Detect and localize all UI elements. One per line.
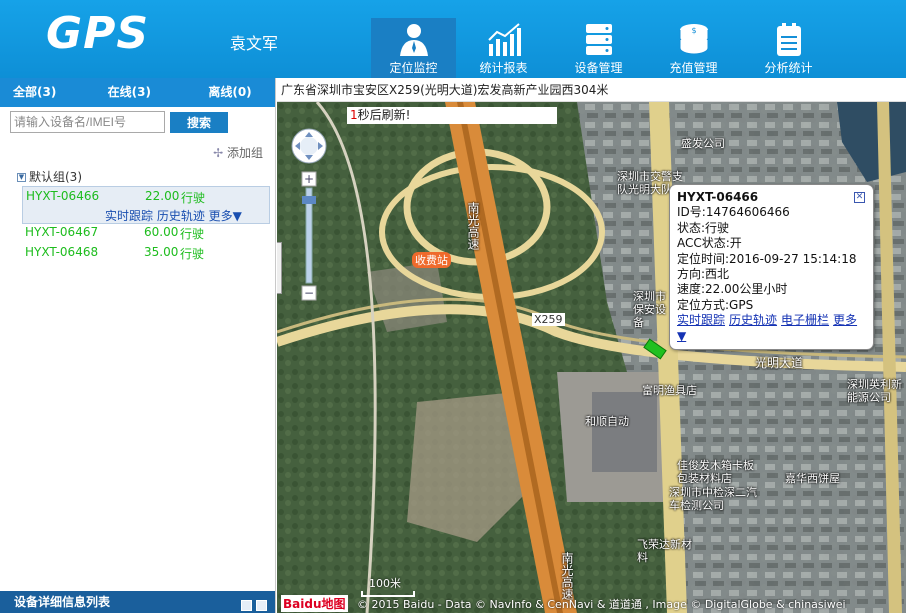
track-link[interactable]: 实时跟踪 [677, 313, 725, 327]
vehicle-name: HYXT-06468 [25, 245, 99, 259]
panel-collapse-handle[interactable] [277, 242, 282, 294]
vehicle-status: 行驶 [181, 191, 206, 205]
popup-speed: 速度:22.00公里小时 [677, 282, 788, 297]
vehicle-status: 行驶 [180, 247, 205, 261]
vehicle-name: HYXT-06466 [26, 189, 100, 203]
group-label: 默认组(3) [29, 170, 82, 184]
nav-reports[interactable]: 统计报表 [456, 18, 551, 78]
search-button[interactable]: 搜索 [170, 112, 228, 133]
map-label: 南光高速 [466, 202, 480, 250]
person-icon [399, 24, 428, 56]
vehicle-speed: 60.00 [144, 225, 179, 239]
map-attribution: © 2015 Baidu - Data © NavInfo & CenNavi … [357, 598, 846, 611]
close-icon[interactable]: ✕ [854, 192, 865, 203]
map-label: 南光高速 [560, 552, 574, 600]
map-label: 收费站 [412, 252, 451, 268]
popup-direction: 方向:西北 [677, 267, 730, 282]
nav-recharge[interactable]: $ 充值管理 [646, 18, 741, 78]
map-label: 和顺自动 [585, 415, 629, 428]
svg-text:+: + [304, 172, 314, 186]
vehicle-speed: 22.00 [145, 189, 180, 203]
app-header: GPS 袁文军 定位监控 统计报表 设备管理 $ 充值管理 分析统计 [0, 0, 906, 78]
tab-offline[interactable]: 离线(0) [174, 78, 275, 107]
clipboard-icon [776, 23, 801, 56]
nav-label: 统计报表 [479, 61, 528, 75]
add-group-label: 添加组 [226, 146, 263, 160]
group-header[interactable]: ▼ 默认组(3) [17, 168, 82, 185]
satellite-map[interactable] [277, 102, 906, 613]
nav-label: 定位监控 [389, 61, 438, 75]
tab-online[interactable]: 在线(3) [80, 78, 175, 107]
plus-icon: ✢ [213, 146, 224, 160]
window-controls [237, 596, 267, 613]
main-nav: 定位监控 统计报表 设备管理 $ 充值管理 分析统计 [371, 18, 836, 78]
detail-list-bar[interactable]: 设备详细信息列表 [0, 591, 275, 613]
tab-all[interactable]: 全部(3) [0, 78, 80, 107]
nav-positioning[interactable]: 定位监控 [371, 18, 456, 78]
vehicle-status: 行驶 [180, 227, 205, 241]
map-label: 富明渔具店 [642, 384, 697, 397]
popup-mode: 定位方式:GPS [677, 297, 754, 312]
nav-label: 设备管理 [574, 61, 623, 75]
detail-list-title: 设备详细信息列表 [14, 595, 111, 609]
vehicle-row[interactable]: HYXT-06466 22.00 行驶 实时跟踪 历史轨迹 更多▼ [22, 186, 270, 224]
vehicle-name: HYXT-06467 [25, 225, 99, 239]
vehicle-actions[interactable]: 实时跟踪 历史轨迹 更多▼ [105, 207, 242, 224]
search-input[interactable] [10, 111, 165, 133]
map-view[interactable]: 1秒后刷新! + − 盛发公司 深圳市交警支队光明大队 南光高速 收费站 X25… [277, 102, 906, 613]
popup-id: ID号:14764606466 [677, 205, 790, 220]
logo: GPS [46, 8, 150, 59]
status-tabs: 全部(3) 在线(3) 离线(0) [0, 78, 275, 107]
vehicle-speed: 35.00 [144, 245, 179, 259]
minimize-icon[interactable] [241, 600, 252, 611]
maximize-icon[interactable] [256, 600, 267, 611]
username: 袁文军 [230, 34, 279, 53]
refresh-text: 秒后刷新! [357, 108, 411, 122]
address-bar: 广东省深圳市宝安区X259(光明大道)宏发高新产业园西304米 [277, 78, 906, 102]
nav-label: 分析统计 [764, 61, 813, 75]
map-nav-control[interactable]: + − [289, 128, 329, 308]
add-group-button[interactable]: ✢ 添加组 [213, 144, 263, 161]
server-icon [585, 24, 612, 55]
history-link[interactable]: 历史轨迹 [729, 313, 777, 327]
svg-text:$: $ [691, 26, 696, 35]
collapse-icon[interactable]: ▼ [17, 173, 26, 182]
map-label: 嘉华西饼屋 [785, 472, 840, 485]
popup-acc: ACC状态:开 [677, 236, 742, 251]
geofence-link[interactable]: 电子栅栏 [781, 313, 829, 327]
popup-state: 状态:行驶 [677, 220, 730, 235]
map-label: 深圳市中检深二汽车检测公司 [669, 486, 757, 512]
baidu-logo: Baidu地图 [281, 595, 348, 612]
map-label: 飞荣达新材料 [637, 538, 692, 564]
map-label: X259 [532, 313, 565, 326]
refresh-countdown: 1秒后刷新! [347, 107, 557, 124]
coins-icon: $ [679, 24, 708, 55]
map-label: 深圳英利新能源公司 [847, 378, 902, 404]
nav-devices[interactable]: 设备管理 [551, 18, 646, 78]
map-label: 盛发公司 [681, 137, 725, 150]
chart-icon [487, 23, 521, 56]
nav-analysis[interactable]: 分析统计 [741, 18, 836, 78]
map-label: 光明大道 [755, 356, 804, 370]
refresh-count: 1 [350, 108, 358, 122]
map-label: 佳俊发木箱卡板包装材料店 [677, 459, 754, 485]
popup-links: 实时跟踪 历史轨迹 电子栅栏 更多▼ [677, 313, 866, 344]
popup-title: HYXT-06466 [677, 190, 759, 204]
map-label: 深圳市保安设备 [633, 290, 666, 329]
vehicle-info-popup: ✕ HYXT-06466 ID号:14764606466 状态:行驶 ACC状态… [669, 184, 874, 350]
svg-text:−: − [304, 286, 314, 300]
device-panel: 全部(3) 在线(3) 离线(0) 搜索 ✢ 添加组 ▼默认组(3) HYXT-… [0, 78, 276, 613]
scale-label: 100米 [369, 577, 401, 590]
nav-label: 充值管理 [669, 61, 718, 75]
popup-time: 定位时间:2016-09-27 15:14:18 [677, 251, 857, 266]
